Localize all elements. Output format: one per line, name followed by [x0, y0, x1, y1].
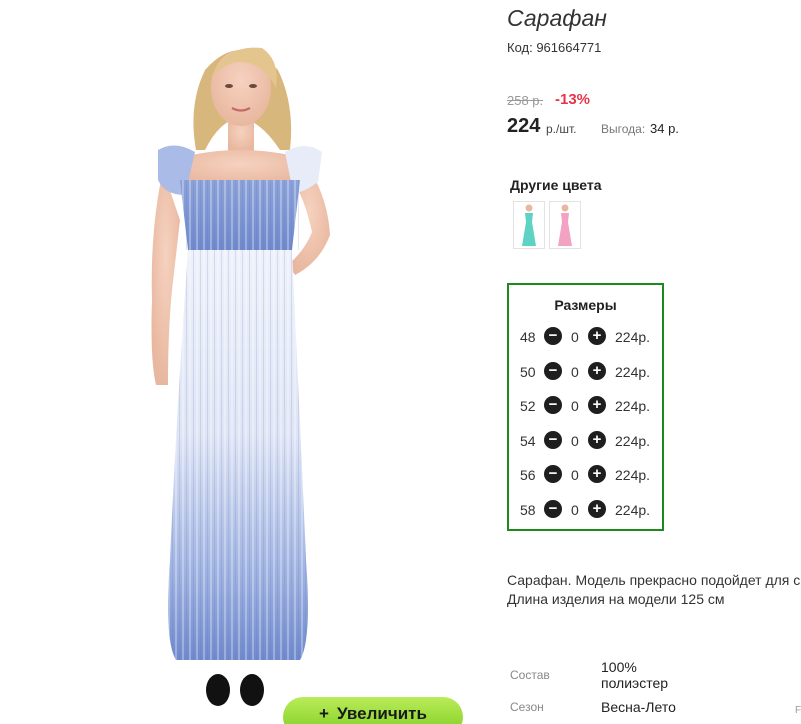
size-price: 224р. — [615, 502, 651, 518]
quantity-value: 0 — [571, 398, 579, 414]
turquoise-dress-thumbnail — [522, 204, 536, 246]
plus-icon[interactable]: + — [588, 362, 606, 380]
old-price: 258 р. — [507, 93, 544, 108]
size-price: 224р. — [615, 433, 651, 449]
plus-icon[interactable]: + — [588, 431, 606, 449]
minus-icon[interactable]: − — [544, 431, 562, 449]
color-swatch-pink[interactable] — [549, 201, 581, 249]
price-unit: р./шт. — [546, 122, 577, 136]
size-price: 224р. — [615, 329, 651, 345]
plus-icon[interactable]: + — [588, 500, 606, 518]
quantity-value: 0 — [571, 467, 579, 483]
spec-value-season: Весна-Лето — [601, 699, 676, 715]
minus-icon[interactable]: − — [544, 396, 562, 414]
size-price: 224р. — [615, 364, 651, 380]
minus-icon[interactable]: − — [544, 362, 562, 380]
other-colors-heading: Другие цвета — [510, 177, 602, 193]
quantity-value: 0 — [571, 433, 579, 449]
product-description: Сарафан. Модель прекрасно подойдет для с… — [507, 571, 800, 609]
description-line: Сарафан. Модель прекрасно подойдет для с — [507, 572, 801, 588]
size-label: 50 — [520, 364, 536, 380]
size-row-48: 48 − 0 + 224р. — [509, 327, 662, 347]
product-code: Код: 961664771 — [507, 40, 602, 55]
minus-icon[interactable]: − — [544, 327, 562, 345]
plus-icon[interactable]: + — [588, 396, 606, 414]
quantity-value: 0 — [571, 329, 579, 345]
size-label: 48 — [520, 329, 536, 345]
product-title: Сарафан — [507, 5, 607, 31]
model-in-dress-image — [151, 47, 330, 706]
size-label: 58 — [520, 502, 536, 518]
minus-icon[interactable]: − — [544, 465, 562, 483]
size-row-52: 52 − 0 + 224р. — [509, 396, 662, 416]
color-swatch-turquoise[interactable] — [513, 201, 545, 249]
size-row-58: 58 − 0 + 224р. — [509, 500, 662, 520]
spec-label-season: Сезон — [510, 700, 544, 714]
discount-badge: -13% — [555, 91, 591, 108]
description-line: Длина изделия на модели 125 см — [507, 591, 725, 607]
size-price: 224р. — [615, 398, 651, 414]
benefit-value: 34 р. — [650, 121, 679, 136]
plus-icon: + — [319, 704, 329, 723]
plus-icon[interactable]: + — [588, 327, 606, 345]
size-row-54: 54 − 0 + 224р. — [509, 431, 662, 451]
size-label: 52 — [520, 398, 536, 414]
pink-dress-thumbnail — [558, 204, 572, 246]
size-label: 54 — [520, 433, 536, 449]
size-row-50: 50 − 0 + 224р. — [509, 362, 662, 382]
plus-icon[interactable]: + — [588, 465, 606, 483]
product-photo[interactable]: + Увеличить — [0, 0, 487, 724]
size-row-56: 56 − 0 + 224р. — [509, 465, 662, 485]
size-label: 56 — [520, 467, 536, 483]
zoom-button[interactable]: + Увеличить — [283, 697, 463, 724]
current-price: 224 — [507, 115, 541, 137]
benefit-label: Выгода: — [601, 122, 646, 136]
spec-label-composition: Состав — [510, 668, 550, 682]
quantity-value: 0 — [571, 364, 579, 380]
minus-icon[interactable]: − — [544, 500, 562, 518]
zoom-button-label: Увеличить — [336, 704, 427, 723]
cropped-edge-text: F — [795, 705, 801, 716]
sizes-heading: Размеры — [554, 297, 617, 313]
quantity-value: 0 — [571, 502, 579, 518]
spec-value-composition: 100% полиэстер — [601, 659, 669, 691]
size-price: 224р. — [615, 467, 651, 483]
sizes-panel: Размеры 48 − 0 + 224р. 50 − 0 + 224р. 52… — [507, 283, 664, 531]
